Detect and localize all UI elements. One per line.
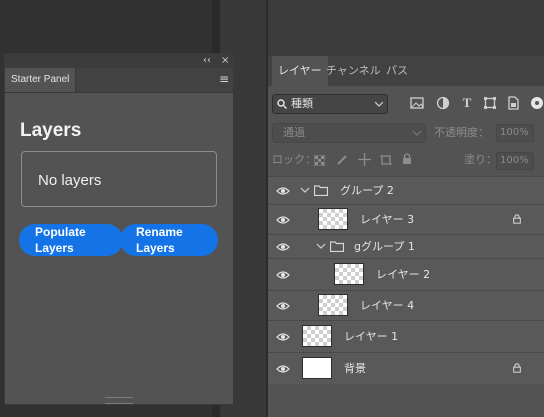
close-icon[interactable]: ×	[221, 54, 229, 68]
layer-thumbnail	[318, 208, 348, 230]
opacity-field[interactable]: 100%	[496, 124, 534, 142]
lock-transparent-pixels-icon[interactable]	[314, 155, 325, 166]
type-filter-icon[interactable]: T	[460, 96, 474, 110]
rename-layers-label-2: Layers	[136, 241, 175, 255]
blend-row: 通過 不透明度： 100%	[268, 120, 544, 144]
layer-name: グループ 2	[340, 184, 394, 197]
layer-thumbnail	[302, 325, 332, 347]
chevron-down-icon	[413, 130, 421, 136]
layer-row-group-2[interactable]: グループ 2	[268, 176, 544, 204]
lock-icon	[513, 214, 521, 224]
layer-row-background[interactable]: 背景	[268, 352, 544, 384]
layer-filter-bar: 種類 T	[268, 90, 544, 118]
smart-object-filter-icon[interactable]	[506, 96, 520, 110]
lock-all-icon[interactable]	[402, 153, 412, 165]
visibility-eye-icon[interactable]	[276, 270, 290, 280]
folder-icon	[314, 185, 328, 196]
resize-grip[interactable]	[105, 397, 133, 404]
layer-row-layer-2[interactable]: レイヤー 2	[268, 258, 544, 290]
layers-panel: レイヤー チャンネル パス 種類 T 通過 不透明度： 100% ロック： 塗り…	[268, 0, 544, 417]
rename-layers-button[interactable]: Rename Layers	[120, 224, 218, 256]
layer-name: レイヤー 1	[344, 330, 399, 343]
page-title: Layers	[20, 120, 82, 141]
collapse-icon[interactable]: ‹‹	[203, 54, 211, 68]
layer-thumbnail	[318, 294, 348, 316]
lock-label: ロック：	[272, 153, 316, 166]
visibility-eye-icon[interactable]	[276, 242, 290, 252]
populate-layers-label-2: Layers	[35, 241, 74, 255]
layer-name: レイヤー 4	[360, 299, 415, 312]
tab-paths[interactable]: パス	[380, 56, 414, 86]
visibility-eye-icon[interactable]	[276, 215, 290, 225]
panel-menu-icon[interactable]: ≡	[219, 73, 229, 85]
populate-layers-button[interactable]: Populate Layers	[19, 224, 123, 256]
starter-panel-titlebar[interactable]: ‹‹ ×	[5, 54, 233, 68]
blend-mode-select[interactable]: 通過	[272, 123, 426, 143]
populate-layers-label-1: Populate	[35, 225, 86, 239]
layer-row-group-1[interactable]: gグループ 1	[268, 234, 544, 258]
folder-icon	[330, 241, 344, 252]
blend-mode-value: 通過	[283, 126, 305, 139]
adjustment-filter-icon[interactable]	[436, 96, 450, 110]
chevron-down-icon[interactable]	[300, 187, 310, 194]
lock-artboard-icon[interactable]	[380, 154, 392, 166]
layer-name: 背景	[344, 362, 366, 375]
lock-position-icon[interactable]	[358, 153, 371, 166]
layers-panel-tabbar: レイヤー チャンネル パス	[268, 56, 544, 86]
chevron-down-icon[interactable]	[316, 243, 326, 250]
lock-image-pixels-icon[interactable]	[336, 154, 348, 166]
layer-name: gグループ 1	[354, 240, 415, 253]
starter-panel: ‹‹ × Starter Panel ≡ Layers No layers Po…	[4, 53, 234, 405]
layer-thumbnail	[334, 263, 364, 285]
tab-starter-panel[interactable]: Starter Panel	[5, 68, 77, 92]
layers-status-text: No layers	[38, 172, 102, 189]
layer-row-layer-4[interactable]: レイヤー 4	[268, 290, 544, 320]
chevron-down-icon	[375, 101, 383, 107]
filter-toggle-icon[interactable]	[530, 96, 544, 110]
visibility-eye-icon[interactable]	[276, 186, 290, 196]
layer-row-layer-3[interactable]: レイヤー 3	[268, 204, 544, 234]
layers-status-box: No layers	[21, 151, 217, 207]
lock-row: ロック： 塗り： 100%	[268, 148, 544, 172]
starter-panel-tabbar: Starter Panel ≡	[5, 68, 233, 93]
search-icon	[277, 99, 287, 109]
visibility-eye-icon[interactable]	[276, 364, 290, 374]
visibility-eye-icon[interactable]	[276, 301, 290, 311]
lock-icon	[513, 363, 521, 373]
kind-filter-select[interactable]: 種類	[272, 94, 388, 114]
tab-channels[interactable]: チャンネル	[320, 56, 387, 86]
fill-field[interactable]: 100%	[496, 152, 534, 170]
rename-layers-label-1: Rename	[136, 225, 183, 239]
opacity-label: 不透明度：	[434, 126, 489, 139]
layer-name: レイヤー 3	[360, 213, 415, 226]
layer-thumbnail	[302, 357, 332, 379]
fill-label: 塗り：	[464, 153, 497, 166]
layer-row-layer-1[interactable]: レイヤー 1	[268, 320, 544, 352]
image-filter-icon[interactable]	[410, 96, 424, 110]
layer-name: レイヤー 2	[376, 268, 431, 281]
shape-filter-icon[interactable]	[483, 96, 497, 110]
kind-filter-value: 種類	[291, 97, 313, 110]
layers-panel-header	[268, 0, 544, 56]
visibility-eye-icon[interactable]	[276, 332, 290, 342]
